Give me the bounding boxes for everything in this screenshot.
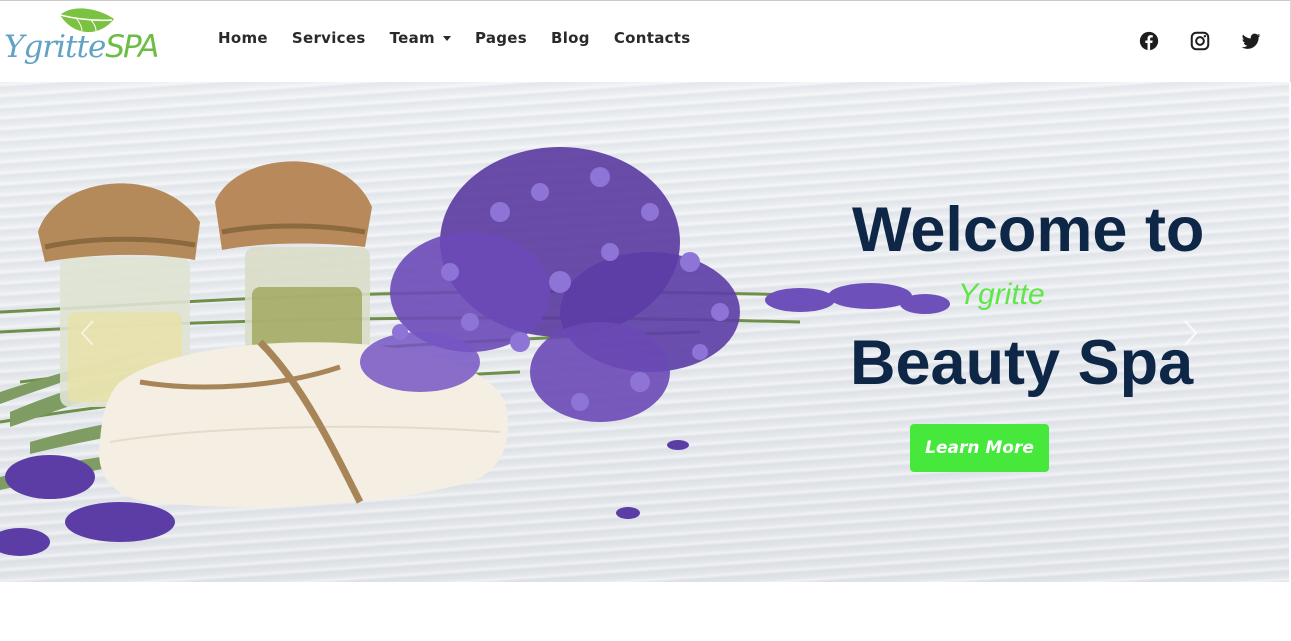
logo-text-ygritte: Ygritte (4, 29, 106, 65)
nav-home[interactable]: Home (206, 29, 280, 47)
instagram-icon[interactable] (1189, 30, 1211, 52)
hero-title-line2: Beauty Spa (850, 328, 1194, 398)
nav-contacts[interactable]: Contacts (602, 29, 703, 47)
logo-wordmark: YgritteSPA (4, 29, 159, 65)
learn-more-button[interactable]: Learn More (910, 424, 1049, 472)
carousel-prev-arrow[interactable] (78, 318, 98, 348)
hero-brand-name: Ygritte (958, 278, 1045, 311)
chevron-down-icon (442, 35, 451, 41)
navbar: YgritteSPA Home Services Team Pages Blog… (0, 1, 1291, 82)
page: YgritteSPA Home Services Team Pages Blog… (0, 0, 1291, 641)
nav-pages[interactable]: Pages (463, 29, 539, 47)
nav-team-label: Team (389, 29, 435, 47)
site-logo[interactable]: YgritteSPA (4, 7, 164, 79)
nav-blog-label: Blog (551, 29, 590, 47)
twitter-icon[interactable] (1240, 30, 1262, 52)
nav-services-label: Services (291, 29, 366, 47)
facebook-icon[interactable] (1138, 30, 1160, 52)
nav-home-label: Home (218, 29, 268, 47)
nav-pages-label: Pages (474, 29, 527, 47)
nav-contacts-label: Contacts (613, 29, 691, 47)
logo-text-spa: SPA (105, 29, 159, 65)
hero-title-line1: Welcome to (852, 195, 1205, 265)
main-menu: Home Services Team Pages Blog Contacts (206, 29, 703, 47)
hero-slider: Welcome to Ygritte Beauty Spa Learn More (0, 82, 1289, 582)
nav-team-dropdown[interactable]: Team (378, 29, 463, 47)
nav-blog[interactable]: Blog (539, 29, 602, 47)
nav-services[interactable]: Services (280, 29, 378, 47)
